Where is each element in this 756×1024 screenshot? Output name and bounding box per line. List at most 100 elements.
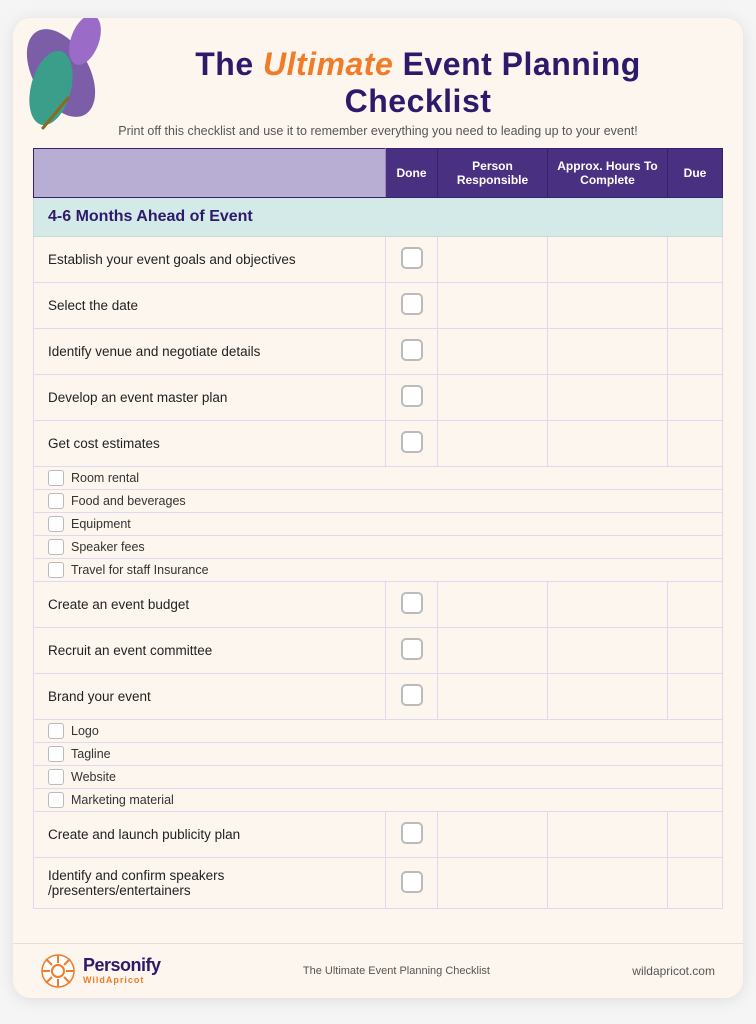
sub-checkbox[interactable] [48, 470, 64, 486]
hours-cell [548, 674, 668, 720]
sub-task-label: Food and beverages [71, 494, 186, 508]
leaves-decoration [13, 18, 128, 133]
done-cell[interactable] [386, 329, 438, 375]
list-item: Speaker fees [34, 536, 723, 559]
sub-checkbox[interactable] [48, 562, 64, 578]
checkbox[interactable] [401, 871, 423, 893]
sub-task-cell: Marketing material [34, 789, 723, 812]
task-cell: Create an event budget [34, 582, 386, 628]
due-cell [668, 329, 723, 375]
table-row: Establish your event goals and objective… [34, 237, 723, 283]
done-cell[interactable] [386, 421, 438, 467]
hours-cell [548, 283, 668, 329]
checkbox[interactable] [401, 293, 423, 315]
person-cell [438, 237, 548, 283]
due-cell [668, 237, 723, 283]
sub-checkbox[interactable] [48, 493, 64, 509]
footer-brand: Personify WildApricot [83, 956, 161, 986]
task-cell: Get cost estimates [34, 421, 386, 467]
hours-cell [548, 812, 668, 858]
hours-cell [548, 858, 668, 909]
list-item: Marketing material [34, 789, 723, 812]
footer: Personify WildApricot The Ultimate Event… [13, 943, 743, 998]
checkbox[interactable] [401, 592, 423, 614]
list-item: Logo [34, 720, 723, 743]
task-cell: Identify and confirm speakers /presenter… [34, 858, 386, 909]
sub-task-label: Room rental [71, 471, 139, 485]
table-row: Identify and confirm speakers /presenter… [34, 858, 723, 909]
sub-task-cell: Tagline [34, 743, 723, 766]
footer-logo: Personify WildApricot [41, 954, 161, 988]
sub-task-label: Logo [71, 724, 99, 738]
header-title: The Ultimate Event Planning Checklist [125, 46, 711, 120]
done-cell[interactable] [386, 283, 438, 329]
checkbox[interactable] [401, 822, 423, 844]
done-cell[interactable] [386, 237, 438, 283]
table-row: Create an event budget [34, 582, 723, 628]
task-cell: Recruit an event committee [34, 628, 386, 674]
due-cell [668, 582, 723, 628]
col-header-person: Person Responsible [438, 149, 548, 198]
task-cell: Identify venue and negotiate details [34, 329, 386, 375]
done-cell[interactable] [386, 812, 438, 858]
sub-task-cell: Travel for staff Insurance [34, 559, 723, 582]
list-item: Website [34, 766, 723, 789]
col-header-due: Due [668, 149, 723, 198]
person-cell [438, 858, 548, 909]
task-cell: Establish your event goals and objective… [34, 237, 386, 283]
sub-task-label: Speaker fees [71, 540, 145, 554]
hours-cell [548, 628, 668, 674]
sub-task-cell: Logo [34, 720, 723, 743]
col-header-task [34, 149, 386, 198]
hours-cell [548, 237, 668, 283]
table-row: Brand your event [34, 674, 723, 720]
person-cell [438, 375, 548, 421]
sub-task-cell: Website [34, 766, 723, 789]
table-row: Create and launch publicity plan [34, 812, 723, 858]
sub-task-label: Tagline [71, 747, 111, 761]
sub-checkbox[interactable] [48, 792, 64, 808]
person-cell [438, 628, 548, 674]
person-cell [438, 674, 548, 720]
done-cell[interactable] [386, 375, 438, 421]
list-item: Travel for staff Insurance [34, 559, 723, 582]
header: The Ultimate Event Planning Checklist Pr… [13, 18, 743, 148]
checkbox[interactable] [401, 638, 423, 660]
list-item: Equipment [34, 513, 723, 536]
sub-checkbox[interactable] [48, 723, 64, 739]
sub-task-label: Equipment [71, 517, 131, 531]
checkbox[interactable] [401, 247, 423, 269]
list-item: Food and beverages [34, 490, 723, 513]
table-row: Recruit an event committee [34, 628, 723, 674]
task-cell: Develop an event master plan [34, 375, 386, 421]
sub-task-label: Website [71, 770, 116, 784]
sub-checkbox[interactable] [48, 769, 64, 785]
sub-task-label: Travel for staff Insurance [71, 563, 209, 577]
done-cell[interactable] [386, 628, 438, 674]
checklist-table: Done Person Responsible Approx. Hours To… [33, 148, 723, 909]
task-cell: Select the date [34, 283, 386, 329]
done-cell[interactable] [386, 858, 438, 909]
hours-cell [548, 582, 668, 628]
page: The Ultimate Event Planning Checklist Pr… [13, 18, 743, 998]
due-cell [668, 283, 723, 329]
sub-checkbox[interactable] [48, 746, 64, 762]
header-subtitle: Print off this checklist and use it to r… [45, 124, 711, 138]
due-cell [668, 674, 723, 720]
col-header-done: Done [386, 149, 438, 198]
brand-logo-icon [41, 954, 75, 988]
done-cell[interactable] [386, 582, 438, 628]
sub-checkbox[interactable] [48, 516, 64, 532]
sub-task-cell: Room rental [34, 467, 723, 490]
task-cell: Brand your event [34, 674, 386, 720]
sub-task-label: Marketing material [71, 793, 174, 807]
checkbox[interactable] [401, 431, 423, 453]
checkbox[interactable] [401, 684, 423, 706]
checkbox[interactable] [401, 339, 423, 361]
sub-checkbox[interactable] [48, 539, 64, 555]
done-cell[interactable] [386, 674, 438, 720]
person-cell [438, 283, 548, 329]
sub-task-cell: Speaker fees [34, 536, 723, 559]
checkbox[interactable] [401, 385, 423, 407]
footer-right-text: wildapricot.com [632, 964, 715, 978]
